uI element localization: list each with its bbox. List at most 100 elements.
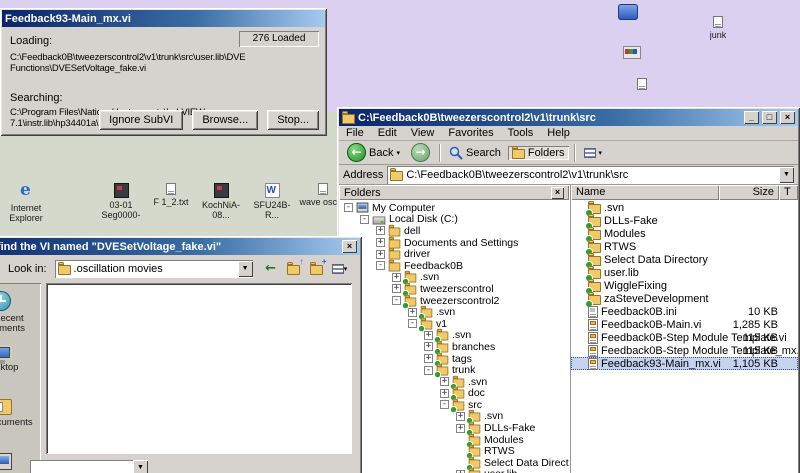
tree-item[interactable]: - tweezerscontrol2	[339, 295, 569, 307]
tree-item[interactable]: - Local Disk (C:)	[339, 214, 569, 226]
tree-item[interactable]: - My Computer	[339, 202, 569, 214]
tree-item[interactable]: + driver	[339, 248, 569, 260]
desktop-icon[interactable]: KochNiA-08...	[197, 183, 245, 220]
desktop-icon[interactable]: Internet Explorer	[2, 183, 50, 223]
maximize-button[interactable]: □	[762, 111, 777, 124]
places-item[interactable]: My Recent Documents	[0, 291, 41, 345]
expand-toggle[interactable]: -	[392, 296, 401, 305]
expand-toggle[interactable]: -	[376, 261, 385, 270]
views-button[interactable]: ▾	[580, 147, 607, 159]
places-item[interactable]: Desktop	[0, 345, 41, 399]
expand-toggle[interactable]: +	[392, 273, 401, 282]
views-menu-button[interactable]: ▾	[332, 261, 348, 277]
desktop-icon[interactable]: junk	[694, 16, 742, 40]
minimize-button[interactable]: _	[744, 111, 759, 124]
tree-item[interactable]: + tags	[339, 353, 569, 365]
menu-item[interactable]: View	[404, 127, 442, 139]
expand-toggle[interactable]: -	[360, 215, 369, 224]
folders-button[interactable]: Folders	[508, 146, 569, 160]
close-button[interactable]: ×	[780, 111, 795, 124]
look-in-select[interactable]: .oscillation movies ▼	[55, 260, 253, 278]
dialog-button[interactable]: Ignore SubVI	[99, 110, 183, 130]
tree-item[interactable]: + .svn	[339, 306, 569, 318]
file-name-input[interactable]: ▼	[30, 460, 148, 473]
tree-item[interactable]: + doc	[339, 388, 569, 400]
file-row[interactable]: Feedback0B-Step Module Template.vi 115 K…	[571, 331, 798, 344]
menu-item[interactable]: File	[339, 127, 371, 139]
file-row[interactable]: Feedback0B-Step Module Template_mx.vi 11…	[571, 344, 798, 357]
expand-toggle[interactable]: +	[456, 412, 465, 421]
expand-toggle[interactable]: +	[424, 331, 433, 340]
desktop-icon[interactable]	[608, 46, 656, 59]
tree-item[interactable]: + user.lib	[339, 469, 569, 473]
menu-item[interactable]: Tools	[501, 127, 541, 139]
back-folder-button[interactable]: ←	[263, 261, 279, 277]
menu-item[interactable]: Favorites	[441, 127, 500, 139]
desktop-icon[interactable]: 03-01 Seg0000-48...	[97, 183, 145, 221]
find-dialog-titlebar[interactable]: Please find the VI named "DVESetVoltage_…	[0, 238, 360, 255]
search-button[interactable]: Search	[445, 145, 505, 161]
expand-toggle[interactable]: +	[376, 226, 385, 235]
desktop-icon[interactable]	[618, 78, 666, 90]
expand-toggle[interactable]: +	[376, 250, 385, 259]
file-row[interactable]: RTWS	[571, 240, 798, 253]
menu-item[interactable]: Edit	[371, 127, 404, 139]
back-button[interactable]: ← Back ▾	[343, 142, 404, 163]
file-row[interactable]: user.lib	[571, 266, 798, 279]
places-item[interactable]: My Documents	[0, 399, 41, 453]
tree-item[interactable]: + .svn	[339, 330, 569, 342]
file-row[interactable]: Feedback0B-Main.vi 1,285 KB	[571, 318, 798, 331]
desktop-icon[interactable]	[604, 4, 652, 20]
expand-toggle[interactable]: +	[424, 342, 433, 351]
file-row[interactable]: .svn	[571, 201, 798, 214]
file-row[interactable]: Modules	[571, 227, 798, 240]
expand-toggle[interactable]: +	[456, 424, 465, 433]
tree-item[interactable]: + Documents and Settings	[339, 237, 569, 249]
expand-toggle[interactable]: -	[440, 400, 449, 409]
dialog-button[interactable]: Browse...	[192, 110, 258, 130]
explorer-titlebar[interactable]: C:\Feedback0B\tweezerscontrol2\v1\trunk\…	[339, 109, 798, 126]
file-row[interactable]: WiggleFixing	[571, 279, 798, 292]
file-row[interactable]: DLLs-Fake	[571, 214, 798, 227]
desktop-icon[interactable]: SFU24B-R...	[248, 183, 296, 220]
expand-toggle[interactable]: +	[440, 377, 449, 386]
expand-toggle[interactable]: -	[408, 319, 417, 328]
expand-toggle[interactable]: +	[376, 238, 385, 247]
tree-item[interactable]: - Feedback0B	[339, 260, 569, 272]
tree-item[interactable]: + .svn	[339, 411, 569, 423]
tree-item[interactable]: + tweezerscontrol	[339, 283, 569, 295]
column-header-type[interactable]: T	[779, 185, 798, 200]
file-row[interactable]: Feedback93-Main_mx.vi 1,105 KB	[571, 357, 798, 370]
tree-item[interactable]: Select Data Directory	[339, 457, 569, 469]
column-header-name[interactable]: Name	[571, 185, 719, 200]
expand-toggle[interactable]: -	[344, 203, 353, 212]
up-one-level-button[interactable]: ↑	[286, 261, 302, 277]
expand-toggle[interactable]: +	[408, 308, 417, 317]
expand-toggle[interactable]: -	[424, 366, 433, 375]
dialog-button[interactable]: Stop...	[267, 110, 319, 130]
file-row[interactable]: zaSteveDevelopment	[571, 292, 798, 305]
dialog-file-list[interactable]	[46, 283, 352, 454]
menu-item[interactable]: Help	[540, 127, 577, 139]
expand-toggle[interactable]: +	[440, 389, 449, 398]
new-folder-button[interactable]: +	[309, 261, 325, 277]
tree-item[interactable]: - v1	[339, 318, 569, 330]
tree-item[interactable]: + DLLs-Fake	[339, 422, 569, 434]
tree-item[interactable]: - trunk	[339, 364, 569, 376]
expand-toggle[interactable]: +	[424, 354, 433, 363]
file-name-dropdown-button[interactable]: ▼	[133, 460, 148, 473]
back-dropdown-icon[interactable]: ▾	[396, 149, 400, 157]
tree-item[interactable]: Modules	[339, 434, 569, 446]
forward-button[interactable]: →	[407, 142, 434, 163]
tree-item[interactable]: + dell	[339, 225, 569, 237]
tree-item[interactable]: RTWS	[339, 445, 569, 457]
column-header-size[interactable]: Size	[719, 185, 779, 200]
close-button[interactable]: ×	[342, 240, 357, 253]
expand-toggle[interactable]: +	[392, 284, 401, 293]
desktop-icon[interactable]: F 1_2.txt	[147, 183, 195, 207]
loading-dialog-titlebar[interactable]: Feedback93-Main_mx.vi	[2, 10, 325, 27]
tree-item[interactable]: - src	[339, 399, 569, 411]
look-in-dropdown-button[interactable]: ▼	[238, 261, 253, 277]
file-row[interactable]: Feedback0B.ini 10 KB	[571, 305, 798, 318]
address-input[interactable]: C:\Feedback0B\tweezerscontrol2\v1\trunk\…	[387, 166, 794, 184]
